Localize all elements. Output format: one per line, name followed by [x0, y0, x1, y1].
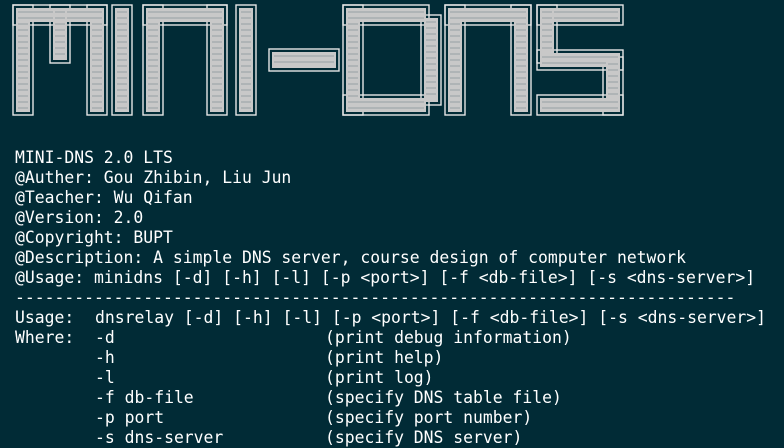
option-description: (specify DNS table file) — [325, 388, 562, 407]
author-line: @Auther: Gou Zhibin, Liu Jun — [15, 168, 292, 187]
option-flag: -d — [95, 328, 115, 347]
option-description: (print log) — [325, 368, 434, 387]
help-option-row: -s dns-server (specify DNS server) — [15, 428, 766, 448]
help-usage-row: Usage: dnsrelay [-d] [-h] [-l] [-p <port>… — [15, 308, 766, 328]
terminal-output: MINI-DNS 2.0 LTS @Auther: Gou Zhibin, Liu… — [15, 148, 766, 448]
help-usage-command: dnsrelay [-d] [-h] [-l] [-p <port>] [-f … — [95, 308, 767, 327]
option-flag: -l — [95, 368, 115, 387]
option-description: (specify DNS server) — [325, 428, 523, 447]
description-line: @Description: A simple DNS server, cours… — [15, 248, 687, 267]
option-flag: -s dns-server — [95, 428, 224, 447]
help-usage-label: Usage: — [15, 308, 75, 327]
option-description: (print help) — [325, 348, 444, 367]
version-line: @Version: 2.0 — [15, 208, 144, 227]
app-title-line: MINI-DNS 2.0 LTS — [15, 148, 173, 167]
option-flag: -f db-file — [95, 388, 194, 407]
mini-dns-logo: MINI-DNS — [12, 4, 624, 116]
help-option-row: -f db-file (specify DNS table file) — [15, 388, 766, 408]
usage-info-line: @Usage: minidns [-d] [-h] [-l] [-p <port… — [15, 268, 756, 287]
help-where-label: Where: — [15, 328, 75, 347]
teacher-line: @Teacher: Wu Qifan — [15, 188, 193, 207]
option-flag: -h — [95, 348, 115, 367]
ascii-logo-banner: MINI-DNS — [12, 4, 624, 116]
option-flag: -p port — [95, 408, 165, 427]
help-option-row: -p port (specify port number) — [15, 408, 766, 428]
separator-line: ----------------------------------------… — [15, 288, 736, 307]
option-description: (print debug information) — [325, 328, 572, 347]
help-option-row: -h (print help) — [15, 348, 766, 368]
copyright-line: @Copyright: BUPT — [15, 228, 173, 247]
help-option-row: -l (print log) — [15, 368, 766, 388]
option-description: (specify port number) — [325, 408, 533, 427]
help-option-row: Where: -d (print debug information) — [15, 328, 766, 348]
